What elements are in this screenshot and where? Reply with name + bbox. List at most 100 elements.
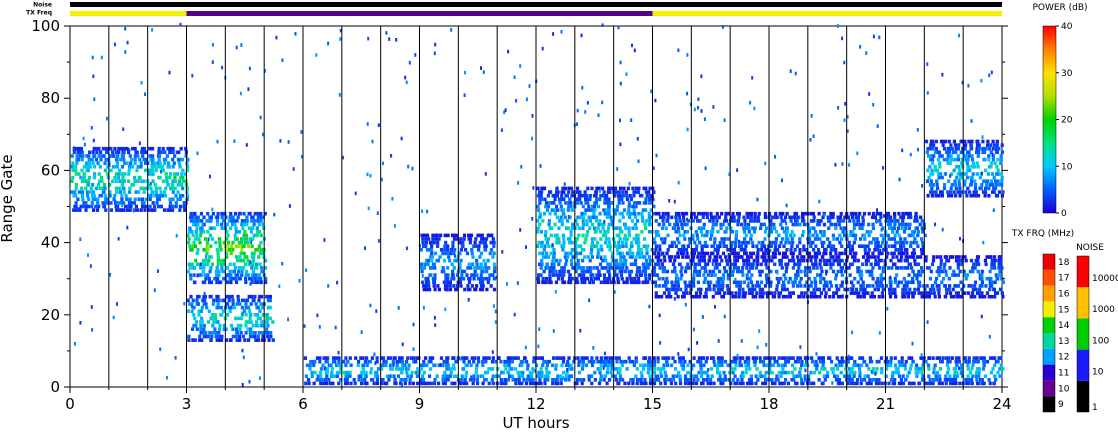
echo-cell: [168, 201, 173, 205]
echo-cell: [593, 276, 597, 281]
echo-cell: [812, 266, 816, 270]
echo-cell: [879, 244, 883, 248]
echo-cell: [781, 237, 785, 241]
scatter-speck: [872, 34, 875, 39]
echo-cell: [977, 150, 981, 155]
echo-cell: [927, 374, 931, 378]
echo-cell: [256, 313, 260, 317]
echo-cell: [243, 262, 247, 267]
echo-cell: [481, 269, 485, 274]
echo-cell: [834, 248, 838, 252]
echo-cell: [676, 294, 680, 299]
echo-cell: [139, 161, 143, 165]
echo-cell: [793, 215, 797, 220]
echo-cell: [484, 356, 488, 360]
echo-cell: [200, 338, 204, 342]
echo-cell: [648, 276, 652, 281]
echo-cell: [226, 244, 230, 248]
echo-cell: [116, 201, 120, 205]
echo-cell: [861, 222, 865, 227]
echo-cell: [970, 157, 975, 162]
echo-cell: [369, 367, 374, 371]
echo-cell: [850, 248, 855, 252]
echo-cell: [749, 215, 753, 220]
echo-cell: [576, 258, 580, 263]
echo-cell: [319, 367, 324, 371]
scatter-speck: [513, 75, 516, 79]
echo-cell: [706, 273, 710, 277]
echo-cell: [160, 165, 164, 169]
echo-cell: [977, 146, 982, 151]
echo-cell: [446, 273, 450, 277]
echo-cell: [800, 291, 804, 295]
echo-cell: [746, 262, 750, 267]
echo-cell: [426, 233, 430, 238]
echo-cell: [251, 262, 255, 267]
echo-cell: [918, 367, 922, 371]
echo-cell: [891, 255, 895, 259]
echo-cell: [439, 233, 443, 238]
echo-cell: [581, 359, 585, 364]
scatter-speck: [818, 199, 821, 204]
echo-cell: [451, 240, 455, 245]
echo-cell: [698, 294, 702, 299]
echo-cell: [756, 215, 760, 220]
echo-cell: [755, 280, 760, 285]
echo-cell: [617, 240, 621, 245]
echo-cell: [130, 157, 134, 162]
echo-cell: [694, 248, 698, 252]
echo-cell: [547, 370, 551, 375]
echo-cell: [995, 150, 999, 155]
echo-cell: [593, 378, 597, 382]
echo-cell: [608, 248, 612, 252]
echo-cell: [903, 266, 907, 270]
echo-cell: [216, 320, 220, 324]
echo-cell: [899, 244, 903, 248]
scatter-speck: [132, 208, 135, 213]
echo-cell: [192, 240, 196, 245]
echo-cell: [1001, 367, 1005, 371]
echo-cell: [897, 374, 902, 378]
echo-cell: [363, 359, 368, 364]
echo-cell: [671, 262, 676, 267]
echo-cell: [668, 222, 672, 227]
echo-cell: [487, 266, 491, 270]
echo-cell: [896, 219, 900, 223]
echo-cell: [80, 186, 84, 191]
echo-cell: [227, 298, 231, 303]
echo-cell: [623, 222, 627, 227]
echo-cell: [852, 226, 856, 230]
echo-cell: [613, 374, 617, 378]
echo-cell: [217, 331, 221, 335]
echo-cell: [251, 258, 255, 263]
echo-cell: [742, 215, 746, 220]
echo-cell: [706, 374, 710, 378]
echo-cell: [840, 244, 844, 248]
echo-cell: [670, 280, 674, 285]
echo-cell: [970, 183, 974, 187]
echo-cell: [956, 266, 960, 270]
echo-cell: [832, 237, 836, 241]
echo-cell: [734, 244, 738, 248]
echo-cell: [863, 233, 867, 238]
echo-cell: [901, 211, 905, 216]
echo-cell: [740, 255, 744, 259]
echo-cell: [758, 273, 762, 277]
echo-cell: [375, 356, 379, 360]
echo-cell: [717, 356, 721, 360]
echo-cell: [132, 201, 136, 205]
echo-cell: [469, 233, 474, 238]
echo-cell: [571, 190, 575, 194]
echo-cell: [644, 186, 648, 191]
echo-cell: [676, 280, 680, 285]
echo-cell: [718, 244, 722, 248]
echo-cell: [826, 370, 830, 375]
status-bars: Noise TX Freq: [26, 2, 1002, 17]
echo-cell: [902, 230, 907, 234]
echo-cell: [866, 374, 870, 378]
echo-cell: [580, 367, 585, 371]
echo-cell: [171, 157, 175, 162]
echo-cell: [747, 356, 751, 360]
echo-cell: [879, 273, 883, 277]
echo-cell: [750, 240, 755, 245]
